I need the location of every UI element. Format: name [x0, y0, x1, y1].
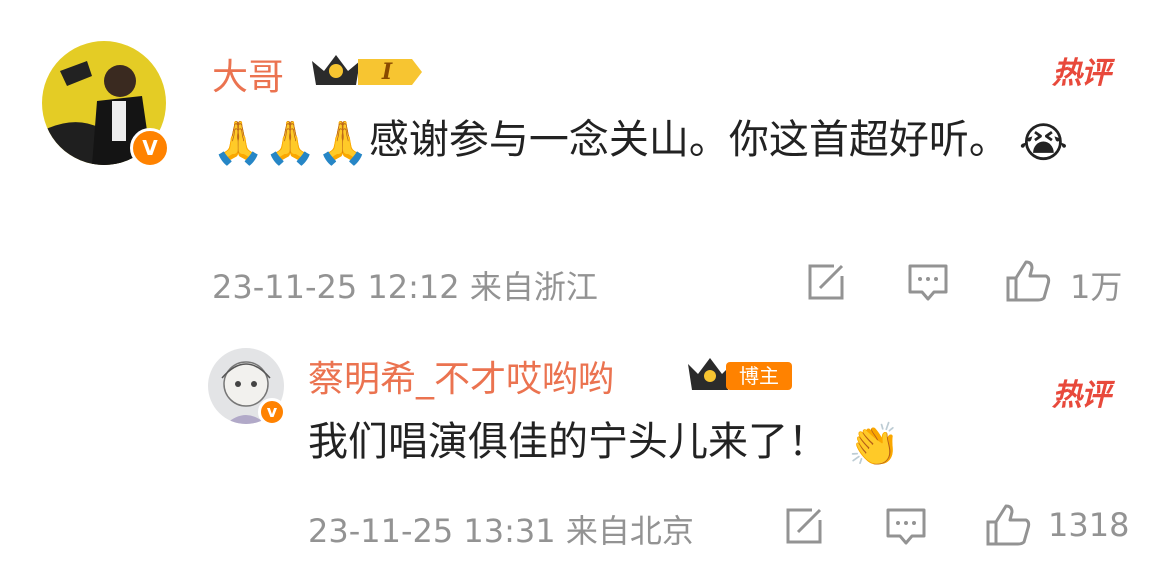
comment-body: 感谢参与一念关山。你这首超好听。	[368, 117, 1009, 163]
hot-comment-label: 热评	[1052, 378, 1111, 413]
like-count: 1318	[1048, 506, 1130, 544]
comment-icon[interactable]	[884, 506, 928, 546]
blogger-badge-text: 博主	[739, 364, 779, 388]
level-badge-text: I	[381, 59, 393, 85]
location: 来自浙江	[469, 268, 598, 306]
username[interactable]: 大哥	[212, 48, 284, 100]
crown-blogger-badge: 博主	[684, 352, 796, 394]
location: 来自北京	[565, 512, 694, 550]
verified-badge: v	[258, 398, 286, 426]
comment-body: 我们唱演俱佳的宁头儿来了！	[308, 419, 828, 465]
verified-badge: V	[130, 128, 170, 168]
timestamp: 23-11-25 13:31	[308, 512, 556, 550]
like-count: 1万	[1070, 268, 1123, 306]
comment-text: 🙏🙏🙏感谢参与一念关山。你这首超好听。 😭	[212, 110, 1112, 174]
edit-icon[interactable]	[804, 262, 848, 302]
hot-comment-label: 热评	[1052, 56, 1111, 91]
crown-level-badge: I	[308, 47, 424, 89]
thumbs-up-icon[interactable]	[1004, 258, 1052, 304]
comment-text: 我们唱演俱佳的宁头儿来了！ 👏	[308, 412, 1108, 476]
comment-meta: 23-11-25 13:31 来自北京	[308, 506, 694, 552]
crying-emoji: 😭	[1018, 117, 1068, 167]
timestamp: 23-11-25 12:12	[212, 268, 460, 306]
comment-icon[interactable]	[906, 262, 950, 302]
clapping-emoji: 👏	[848, 419, 901, 469]
pray-emoji: 🙏🙏🙏	[212, 117, 369, 167]
edit-icon[interactable]	[782, 506, 826, 546]
username[interactable]: 蔡明希_不才哎哟哟	[308, 350, 614, 402]
comment-meta: 23-11-25 12:12 来自浙江	[212, 262, 598, 308]
thumbs-up-icon[interactable]	[984, 502, 1032, 548]
